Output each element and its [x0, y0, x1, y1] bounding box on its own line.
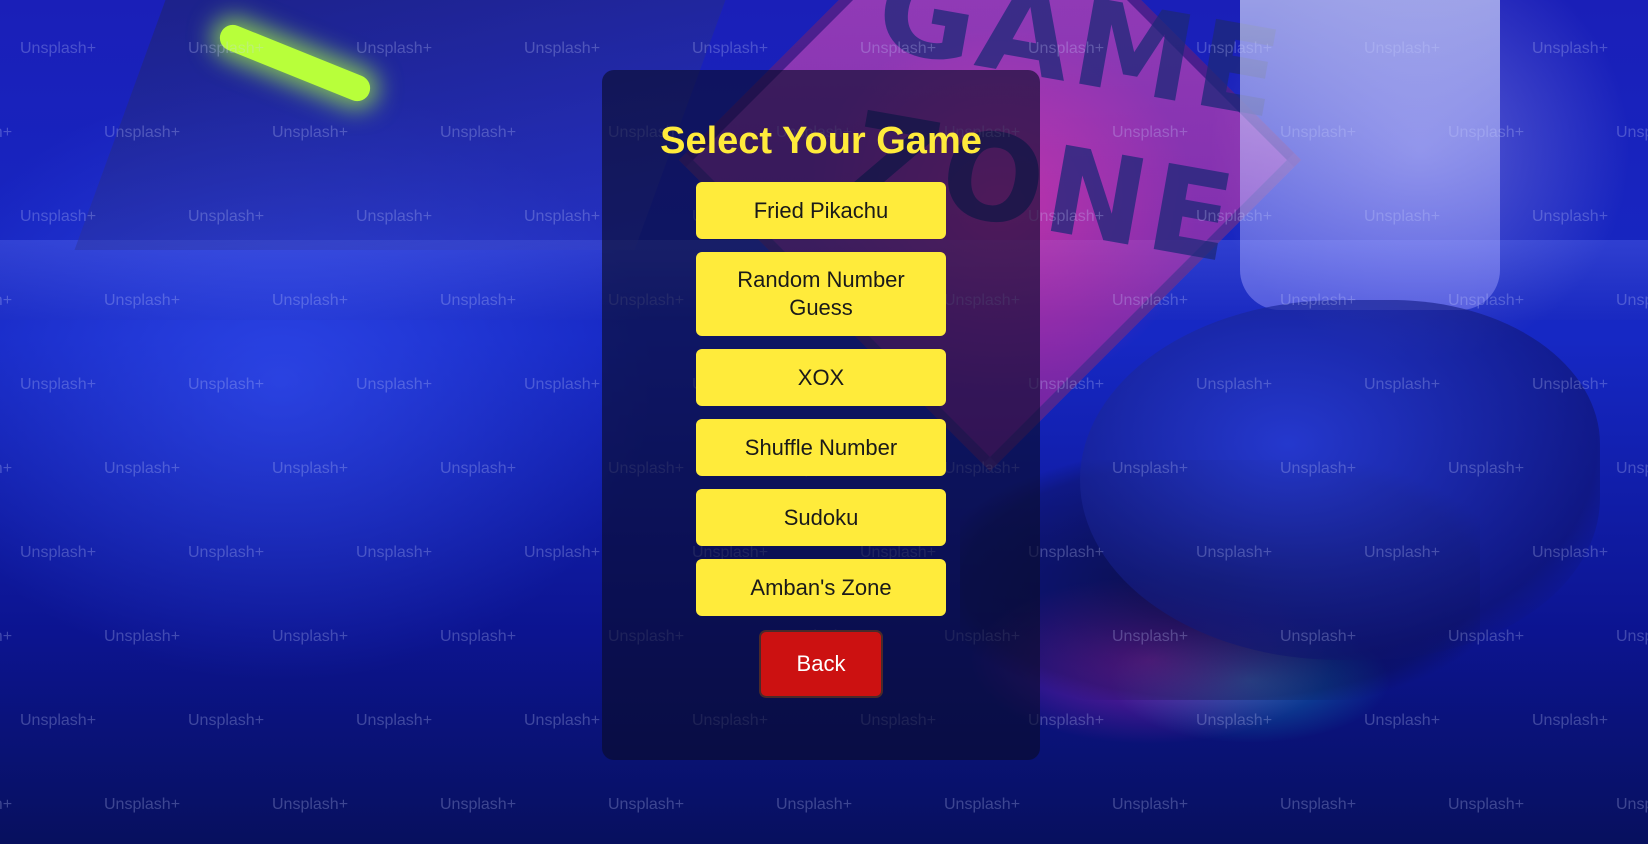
- watermark-text: Unsplash+: [524, 712, 601, 729]
- watermark-text: Unsplash+: [0, 460, 13, 477]
- watermark-text: Unsplash+: [0, 796, 13, 813]
- game-button-random-number-guess[interactable]: Random Number Guess: [696, 252, 946, 336]
- watermark-text: Unsplash+: [1616, 796, 1648, 813]
- watermark-text: Unsplash+: [188, 544, 265, 561]
- watermark-text: Unsplash+: [104, 460, 181, 477]
- game-button-shuffle-number[interactable]: Shuffle Number: [696, 419, 946, 476]
- watermark-text: Unsplash+: [356, 544, 433, 561]
- game-select-panel: Select Your Game Fried Pikachu Random Nu…: [602, 70, 1040, 760]
- game-list: Fried Pikachu Random Number Guess XOX Sh…: [602, 182, 1040, 698]
- watermark-text: Unsplash+: [1616, 628, 1648, 645]
- watermark-text: Unsplash+: [608, 796, 685, 813]
- watermark-text: Unsplash+: [20, 544, 97, 561]
- watermark-text: Unsplash+: [1280, 796, 1357, 813]
- watermark-text: Unsplash+: [440, 796, 517, 813]
- watermark-text: Unsplash+: [524, 544, 601, 561]
- watermark-text: Unsplash+: [356, 712, 433, 729]
- watermark-text: Unsplash+: [440, 628, 517, 645]
- page-title: Select Your Game: [660, 120, 982, 162]
- watermark-text: Unsplash+: [1364, 712, 1441, 729]
- watermark-text: Unsplash+: [776, 796, 853, 813]
- watermark-text: Unsplash+: [20, 712, 97, 729]
- shirt-decoration: [1240, 0, 1500, 310]
- watermark-text: Unsplash+: [1616, 460, 1648, 477]
- watermark-text: Unsplash+: [104, 796, 181, 813]
- watermark-text: Unsplash+: [188, 712, 265, 729]
- game-button-ambans-zone[interactable]: Amban's Zone: [696, 559, 946, 616]
- watermark-text: Unsplash+: [0, 628, 13, 645]
- watermark-text: Unsplash+: [1112, 796, 1189, 813]
- watermark-text: Unsplash+: [944, 796, 1021, 813]
- watermark-text: Unsplash+: [272, 796, 349, 813]
- watermark-text: Unsplash+: [20, 376, 97, 393]
- game-button-sudoku[interactable]: Sudoku: [696, 489, 946, 546]
- watermark-text: Unsplash+: [440, 460, 517, 477]
- watermark-text: Unsplash+: [1532, 712, 1609, 729]
- game-button-xox[interactable]: XOX: [696, 349, 946, 406]
- game-button-fried-pikachu[interactable]: Fried Pikachu: [696, 182, 946, 239]
- watermark-text: Unsplash+: [0, 124, 13, 141]
- back-button[interactable]: Back: [759, 630, 883, 698]
- watermark-text: Unsplash+: [356, 376, 433, 393]
- watermark-text: Unsplash+: [20, 40, 97, 57]
- watermark-text: Unsplash+: [1448, 796, 1525, 813]
- watermark-text: Unsplash+: [1196, 712, 1273, 729]
- watermark-text: Unsplash+: [524, 376, 601, 393]
- hand-decoration: [1080, 300, 1600, 660]
- watermark-text: Unsplash+: [104, 628, 181, 645]
- watermark-text: Unsplash+: [272, 460, 349, 477]
- watermark-text: Unsplash+: [188, 376, 265, 393]
- watermark-text: Unsplash+: [272, 628, 349, 645]
